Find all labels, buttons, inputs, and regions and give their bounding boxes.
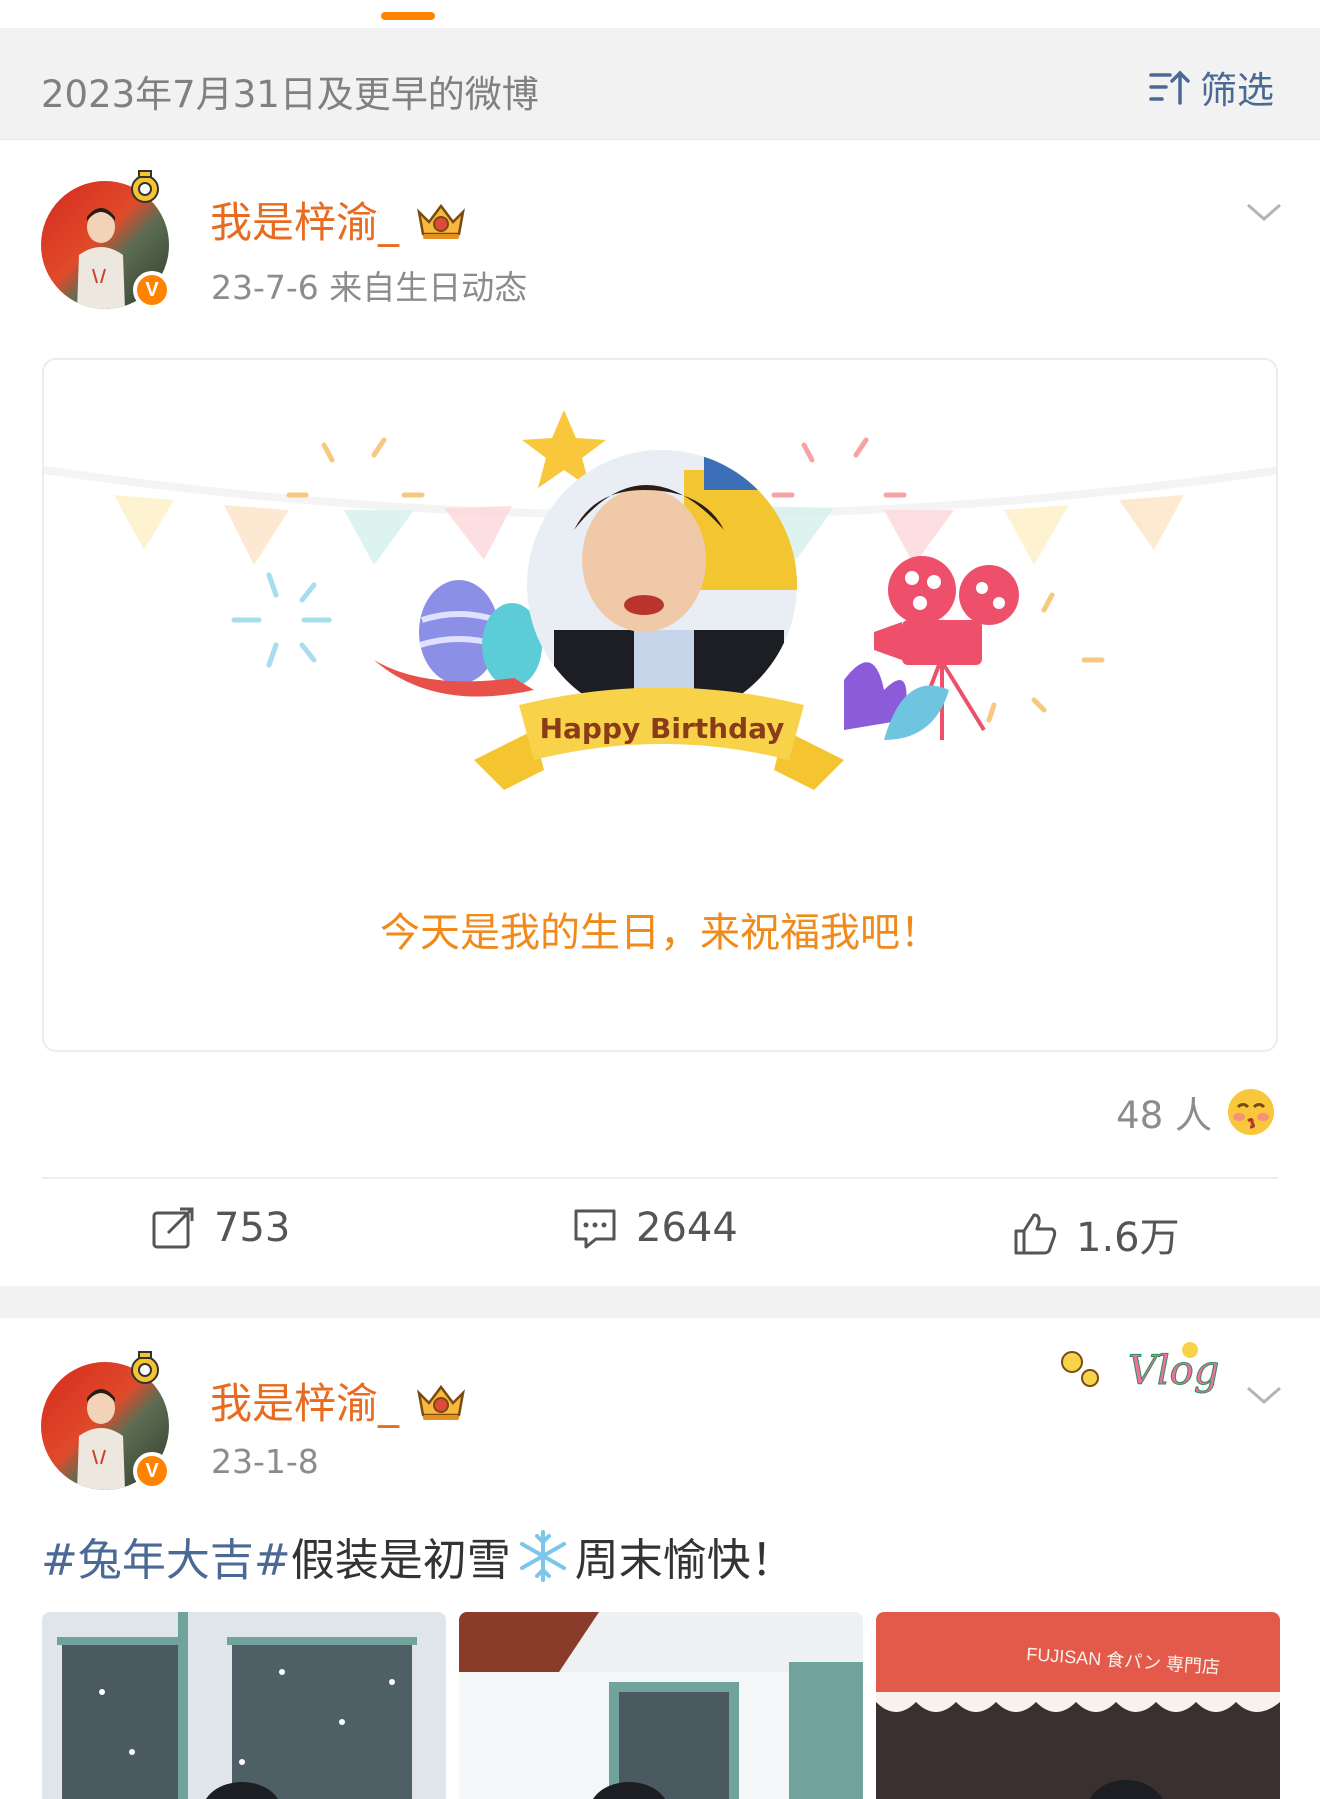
thumbs-up-icon [1014,1213,1057,1255]
post-divider [42,1177,1278,1179]
hashtag-link[interactable]: #兔年大吉# [41,1524,291,1588]
top-tab-strip [0,0,1320,28]
repost-button[interactable]: 753 [150,1205,290,1251]
camera-badge-icon [131,170,159,203]
username[interactable]: 我是梓渝_ [210,1370,469,1431]
username-text: 我是梓渝_ [210,1379,400,1428]
post-text-part: 周末愉快！ [574,1535,795,1586]
bakery-photo: FUJISAN 食パン 専門店 [876,1612,1280,1799]
birthday-card[interactable]: Happy Birthday 今天是我的生日，来祝福我吧！ [42,358,1278,1052]
avatar[interactable]: V [41,1351,171,1490]
weibo-post-snow: V 我是梓渝_ 23-1-8 Vlog #兔年大吉# 假装是初雪 周末愉快！ F… [0,1318,1320,1799]
active-tab-indicator [381,12,435,20]
vip-crown-icon [417,1384,465,1420]
kiss-emoji-icon [1228,1089,1274,1135]
like-button[interactable]: 1.6万 [1012,1205,1180,1263]
repost-icon [152,1207,194,1249]
reactions-summary[interactable]: 48 人 [1116,1085,1276,1139]
vlog-sticker: Vlog [1061,1342,1220,1395]
birthday-illustration: Happy Birthday [44,410,1276,790]
chevron-down-icon[interactable] [1244,199,1284,227]
camera-badge-icon [131,1351,159,1384]
filter-bar: 2023年7月31日及更早的微博 筛选 [0,28,1320,140]
username[interactable]: 我是梓渝_ [210,189,469,250]
vip-crown-icon [417,203,465,239]
post-meta: 23-1-8 [211,1442,319,1481]
post-text: #兔年大吉# 假装是初雪 周末愉快！ [41,1524,795,1588]
filter-date-label: 2023年7月31日及更早的微博 [41,73,539,116]
happy-birthday-banner: Happy Birthday [540,712,785,745]
repost-count: 753 [214,1205,291,1251]
avatar[interactable]: V [41,170,171,309]
like-count: 1.6万 [1076,1215,1180,1261]
filter-button-label: 筛选 [1200,69,1274,112]
avatar-photo [77,208,125,309]
comment-button[interactable]: 2644 [572,1205,738,1251]
post-photo-2[interactable] [459,1612,863,1799]
snow-window-photo [42,1612,446,1799]
post-photo-1[interactable] [42,1612,446,1799]
weibo-post-birthday: V 我是梓渝_ 23-7-6 来自生日动态 Happy Birthday 今天是… [0,141,1320,1286]
post-action-bar: 753 2644 1.6万 [0,1205,1320,1277]
post-meta: 23-7-6 来自生日动态 [211,268,528,307]
snowflake-icon [519,1530,566,1582]
comment-count: 2644 [636,1205,738,1251]
birthday-message: 今天是我的生日，来祝福我吧！ [380,910,940,956]
verified-badge-icon: V [133,1452,171,1490]
post-separator [0,1286,1320,1318]
reactions-count: 48 人 [1116,1094,1212,1137]
username-text: 我是梓渝_ [210,198,400,247]
comment-icon [574,1209,616,1249]
avatar-photo [77,1389,125,1490]
post-photo-3[interactable]: FUJISAN 食パン 専門店 [876,1612,1280,1799]
vlog-sticker-text: Vlog [1128,1348,1219,1394]
chevron-down-icon[interactable] [1244,1382,1284,1410]
verified-badge-icon: V [133,271,171,309]
house-photo [459,1612,863,1799]
post-text-part: 假装是初雪 [290,1535,511,1586]
filter-button[interactable]: 筛选 [1148,60,1274,114]
filter-sort-icon [1149,70,1190,105]
